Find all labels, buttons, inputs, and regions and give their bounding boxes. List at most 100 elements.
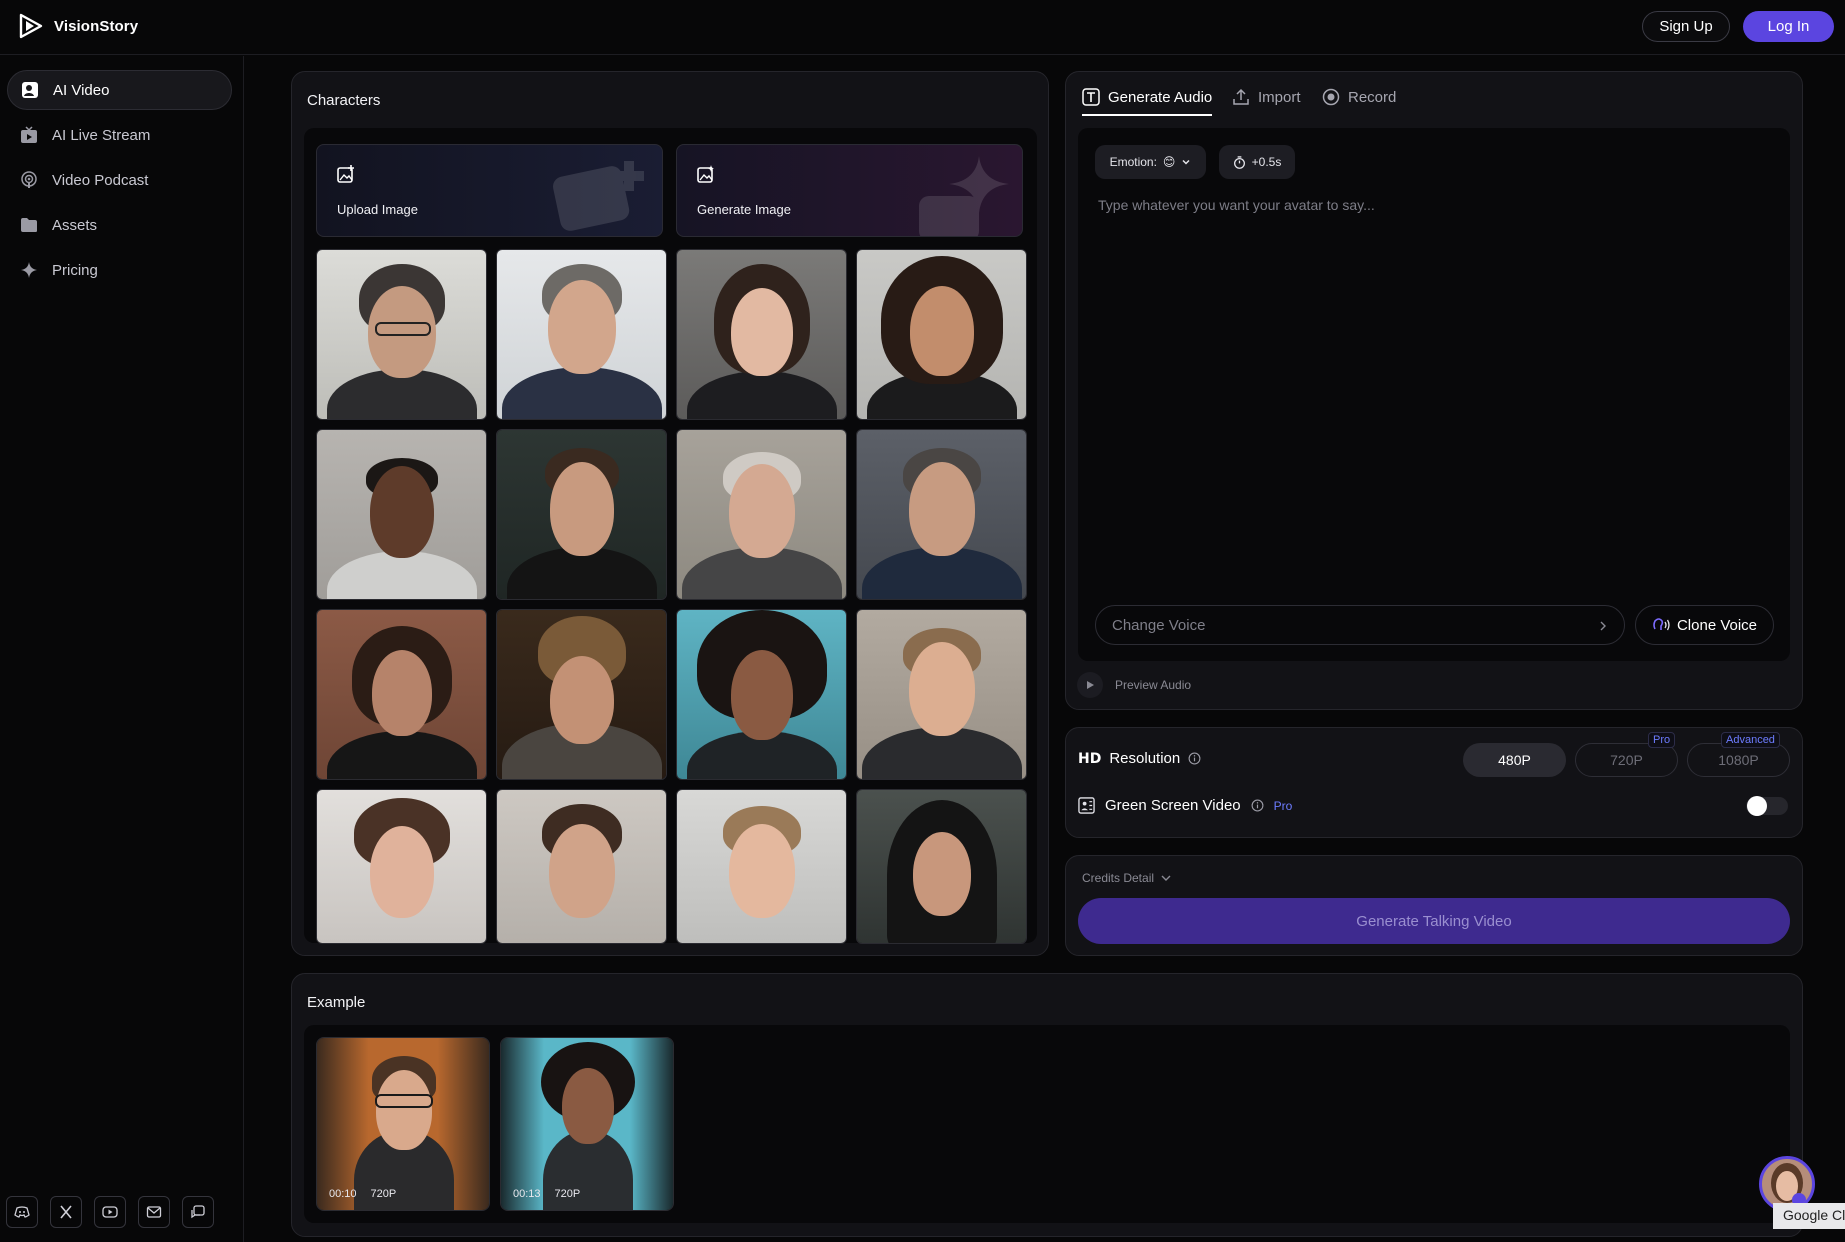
green-screen-icon — [1078, 797, 1095, 814]
video-resolution: 720P — [370, 1188, 397, 1200]
video-meta: 00:13 720P — [513, 1188, 580, 1200]
toggle-knob — [1747, 796, 1767, 816]
sidebar-item-label: AI Live Stream — [52, 126, 151, 144]
character-card[interactable] — [496, 609, 667, 780]
tab-generate-audio[interactable]: Generate Audio — [1082, 88, 1212, 106]
tab-label: Import — [1258, 88, 1301, 106]
chevron-right-icon — [1600, 621, 1606, 631]
google-translate-tag[interactable]: Google Cl — [1773, 1203, 1845, 1229]
character-card[interactable] — [856, 429, 1027, 600]
generate-image-label: Generate Image — [697, 202, 791, 217]
advanced-badge: Advanced — [1721, 732, 1780, 748]
x-icon[interactable] — [50, 1196, 82, 1228]
characters-title: Characters — [307, 92, 381, 109]
character-card[interactable] — [496, 789, 667, 944]
sparkle-icon — [21, 262, 37, 278]
character-card[interactable] — [316, 609, 487, 780]
character-card[interactable] — [676, 609, 847, 780]
resolution-720p[interactable]: 720P — [1575, 743, 1678, 777]
example-video-card[interactable]: 00:13 720P — [500, 1037, 674, 1211]
upload-image-label: Upload Image — [337, 202, 418, 217]
script-placeholder: Type whatever you want your avatar to sa… — [1098, 197, 1375, 213]
change-voice-placeholder: Change Voice — [1112, 616, 1206, 634]
chevron-down-icon — [1161, 875, 1171, 881]
upload-image-card[interactable]: Upload Image — [316, 144, 663, 237]
video-duration: 00:13 — [513, 1188, 541, 1200]
sidebar-item-label: Video Podcast — [52, 171, 149, 189]
sidebar-item-label: Assets — [52, 216, 98, 234]
change-voice-field[interactable]: Change Voice — [1095, 605, 1625, 645]
sidebar-item-ai-video[interactable]: AI Video — [7, 70, 232, 110]
sidebar: AI Video AI Live Stream Video Podcast As… — [0, 56, 244, 1242]
sidebar-item-label: AI Video — [53, 81, 110, 99]
play-logo-icon — [19, 13, 43, 39]
brand-name: VisionStory — [54, 17, 139, 35]
discord-icon[interactable] — [6, 1196, 38, 1228]
example-video-card[interactable]: 00:10 720P — [316, 1037, 490, 1211]
character-card[interactable] — [316, 789, 487, 944]
character-card[interactable] — [856, 249, 1027, 420]
image-watermark-icon — [553, 161, 644, 231]
preview-audio[interactable]: Preview Audio — [1077, 672, 1191, 698]
preview-audio-label: Preview Audio — [1115, 678, 1192, 692]
sidebar-item-pricing[interactable]: Pricing — [7, 250, 232, 290]
credits-detail-label: Credits Detail — [1082, 871, 1155, 885]
pause-label: +0.5s — [1251, 155, 1282, 169]
tab-label: Record — [1348, 88, 1397, 106]
sidebar-item-label: Pricing — [52, 261, 98, 279]
tab-record[interactable]: Record — [1322, 88, 1396, 106]
character-card[interactable] — [856, 789, 1027, 944]
pause-button[interactable]: +0.5s — [1219, 145, 1295, 179]
character-card[interactable] — [856, 609, 1027, 780]
sidebar-item-ai-live-stream[interactable]: AI Live Stream — [7, 115, 232, 155]
resolution-label: Resolution — [1109, 750, 1181, 767]
brand-logo[interactable]: VisionStory — [18, 13, 138, 39]
character-card[interactable] — [676, 429, 847, 600]
chevron-down-icon — [1182, 159, 1190, 165]
generate-talking-video-button[interactable]: Generate Talking Video — [1078, 898, 1790, 944]
play-icon[interactable] — [1077, 672, 1103, 698]
video-meta: 00:10 720P — [329, 1188, 396, 1200]
resolution-1080p[interactable]: 1080P — [1687, 743, 1790, 777]
tab-label: Generate Audio — [1108, 88, 1213, 106]
signup-button[interactable]: Sign Up — [1642, 11, 1730, 42]
record-icon — [1322, 88, 1340, 106]
credits-detail-toggle[interactable]: Credits Detail — [1082, 871, 1172, 885]
clone-voice-label: Clone Voice — [1676, 616, 1758, 634]
resolution-480p[interactable]: 480P — [1463, 743, 1566, 777]
tab-import[interactable]: Import — [1232, 88, 1301, 106]
character-card[interactable] — [316, 249, 487, 420]
sparkle-watermark-icon — [919, 156, 1009, 236]
green-screen-row: Green Screen Video Pro — [1078, 797, 1292, 814]
character-card[interactable] — [316, 429, 487, 600]
user-square-icon — [22, 82, 38, 98]
character-card[interactable] — [496, 249, 667, 420]
mail-icon[interactable] — [138, 1196, 170, 1228]
info-icon[interactable] — [1188, 752, 1201, 765]
video-resolution: 720P — [554, 1188, 581, 1200]
video-duration: 00:10 — [329, 1188, 357, 1200]
podcast-icon — [21, 171, 37, 188]
generate-image-card[interactable]: Generate Image — [676, 144, 1023, 237]
login-button[interactable]: Log In — [1743, 11, 1834, 42]
feedback-icon[interactable] — [182, 1196, 214, 1228]
pro-badge: Pro — [1648, 732, 1676, 748]
example-title: Example — [307, 994, 366, 1011]
timer-icon — [1233, 155, 1245, 169]
upload-image-icon — [337, 165, 354, 183]
info-icon[interactable] — [1251, 799, 1264, 812]
green-screen-toggle[interactable] — [1746, 796, 1788, 816]
text-box-icon — [1082, 88, 1100, 106]
resolution-label-group: HD Resolution — [1078, 750, 1201, 767]
sidebar-item-video-podcast[interactable]: Video Podcast — [7, 160, 232, 200]
sidebar-item-assets[interactable]: Assets — [7, 205, 232, 245]
emotion-dropdown[interactable]: Emotion: 😊 — [1095, 145, 1206, 179]
emotion-label: Emotion: — [1109, 155, 1157, 169]
character-card[interactable] — [676, 249, 847, 420]
youtube-icon[interactable] — [94, 1196, 126, 1228]
character-card[interactable] — [676, 789, 847, 944]
character-card[interactable] — [496, 429, 667, 600]
clone-voice-button[interactable]: Clone Voice — [1635, 605, 1774, 645]
emotion-value: 😊 — [1162, 155, 1176, 169]
generate-image-icon — [697, 165, 714, 183]
